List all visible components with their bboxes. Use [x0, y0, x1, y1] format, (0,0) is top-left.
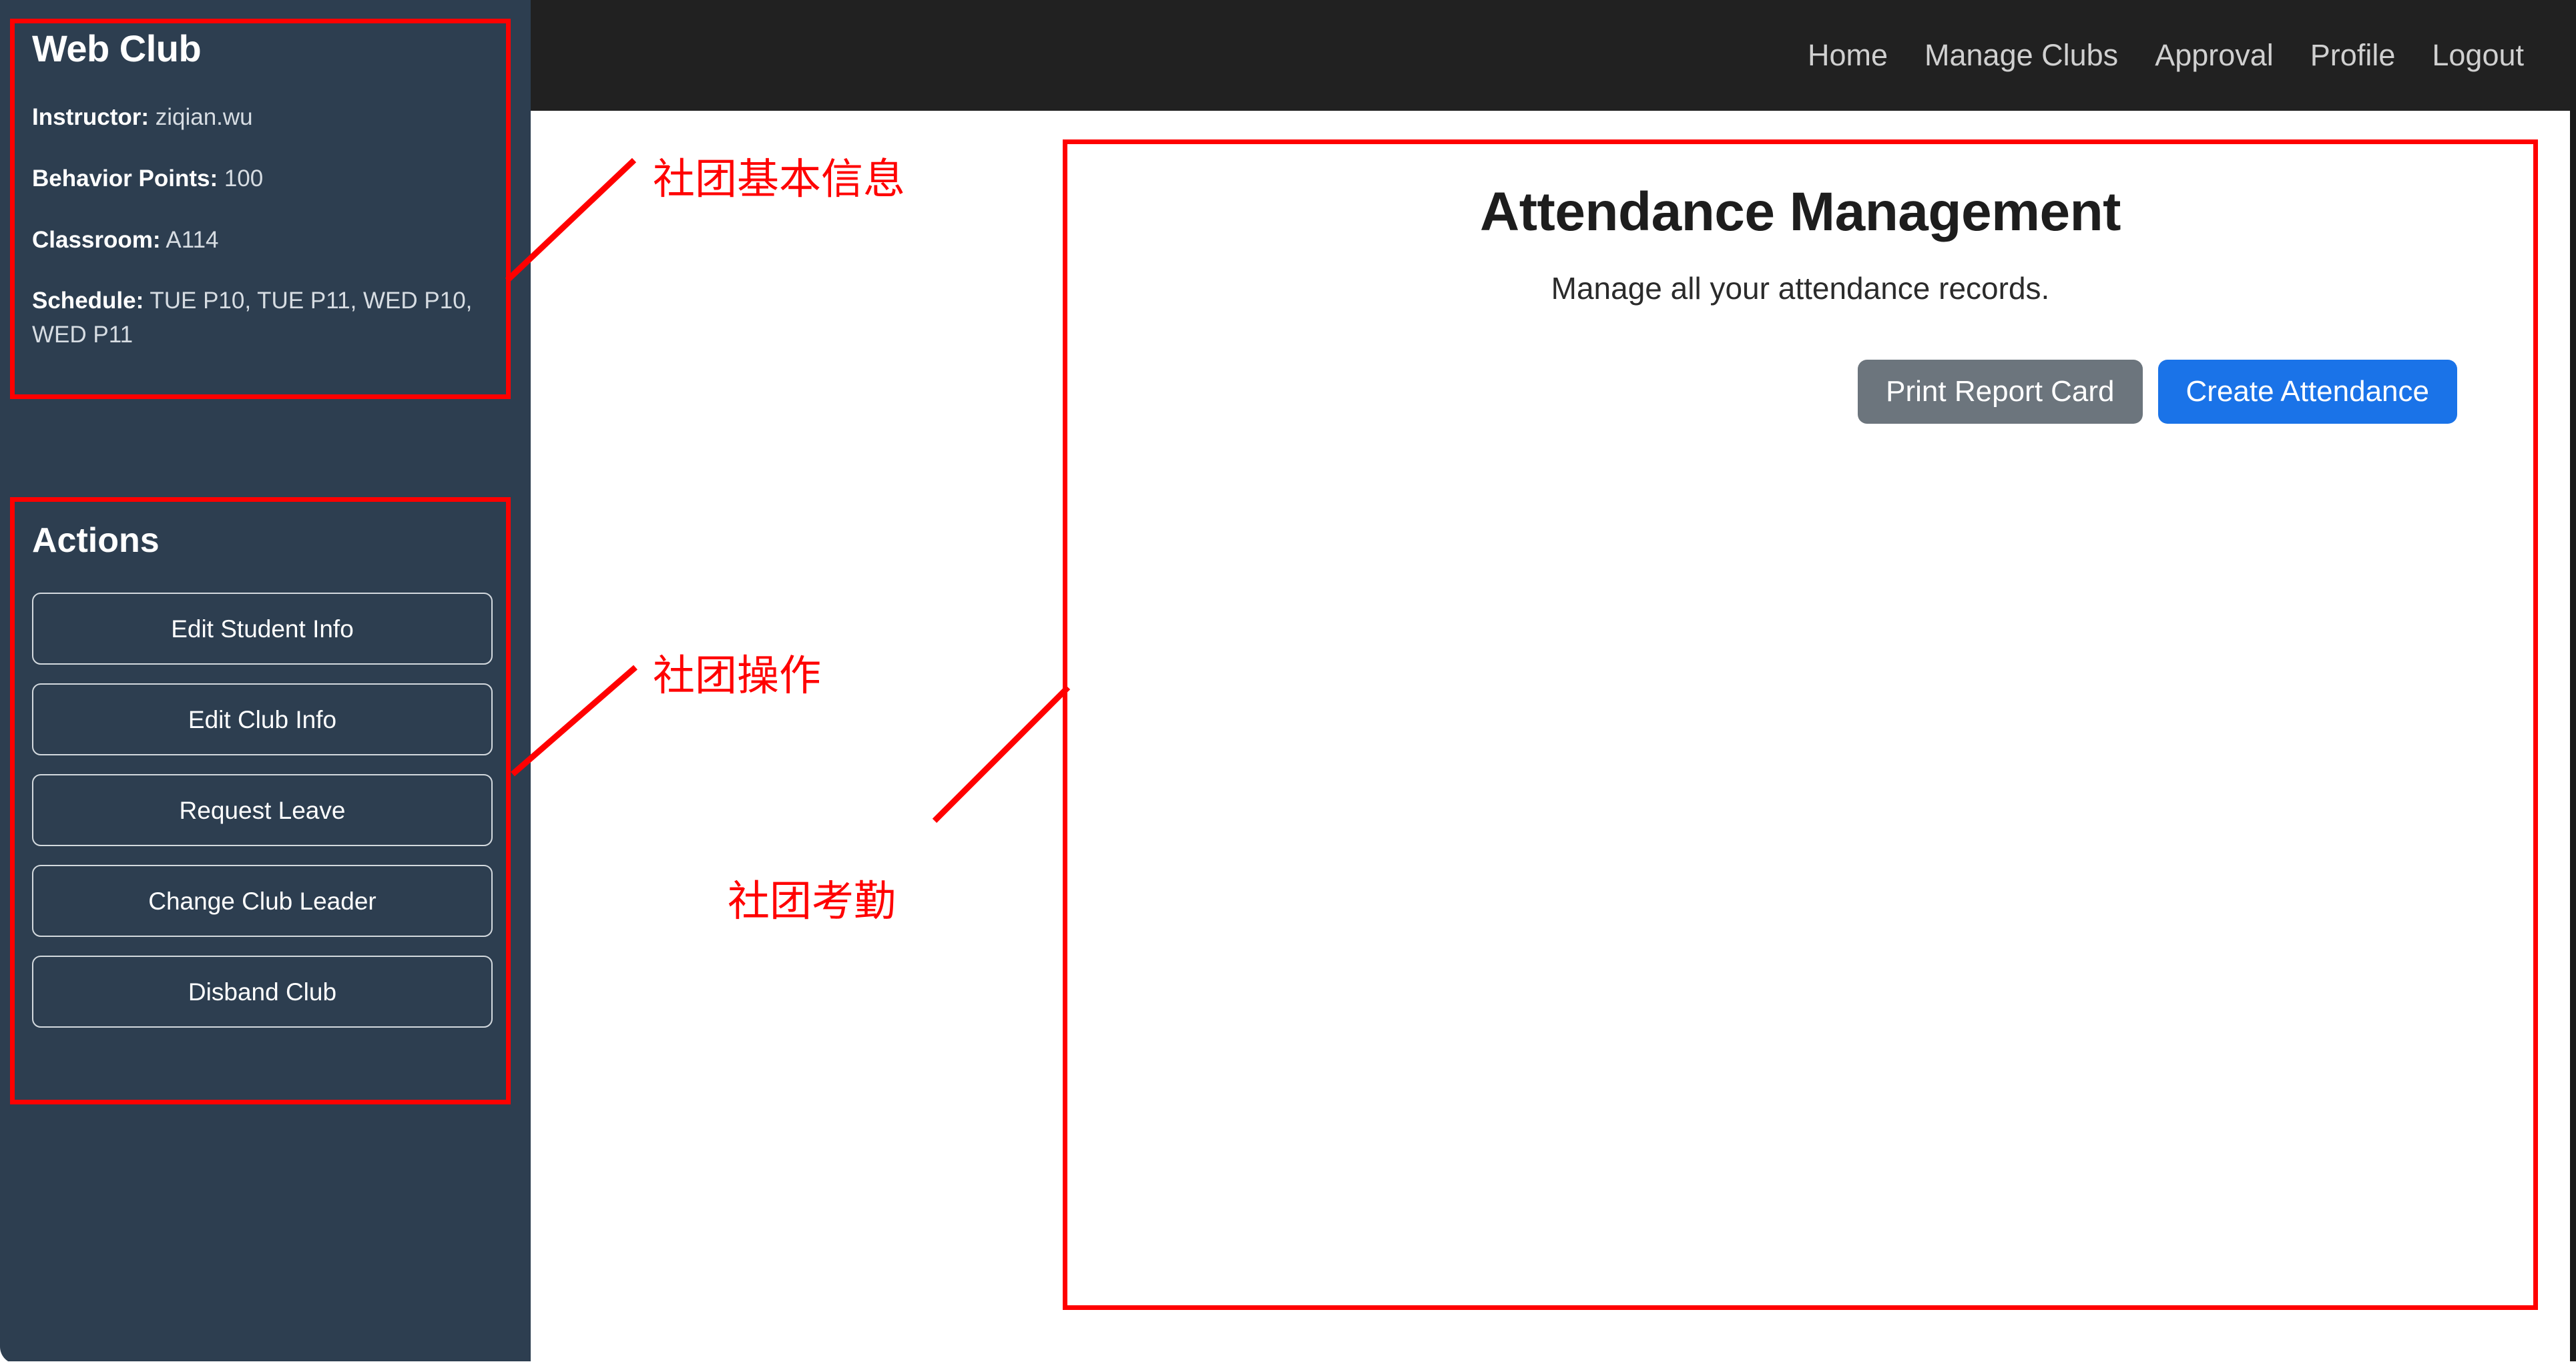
page-right-edge — [2570, 0, 2576, 1364]
sidebar: Web Club Instructor: ziqian.wu Behavior … — [0, 0, 531, 1364]
club-field-classroom-value: A114 — [160, 226, 219, 253]
club-field-schedule-label: Schedule: — [32, 288, 144, 314]
club-field-behavior-points: Behavior Points: 100 — [32, 162, 499, 196]
print-report-card-button[interactable]: Print Report Card — [1858, 360, 2143, 424]
main-content-area: Attendance Management Manage all your at… — [531, 111, 2576, 1364]
club-field-instructor-value: ziqian.wu — [149, 104, 253, 130]
nav-item-manage-clubs[interactable]: Manage Clubs — [1924, 38, 2118, 73]
club-field-instructor: Instructor: ziqian.wu — [32, 101, 499, 135]
nav-item-home[interactable]: Home — [1808, 38, 1888, 73]
nav-item-approval[interactable]: Approval — [2155, 38, 2274, 73]
app-root: Web Club Instructor: ziqian.wu Behavior … — [0, 0, 2576, 1364]
disband-club-button[interactable]: Disband Club — [32, 956, 493, 1028]
nav-item-logout[interactable]: Logout — [2432, 38, 2524, 73]
club-field-behavior-points-label: Behavior Points: — [32, 165, 218, 192]
attendance-management-panel: Attendance Management Manage all your at… — [1063, 139, 2538, 424]
page-title: Attendance Management — [1479, 182, 2121, 242]
request-leave-button[interactable]: Request Leave — [32, 774, 493, 846]
page-subtitle: Manage all your attendance records. — [1551, 271, 2050, 306]
actions-heading: Actions — [32, 521, 160, 560]
change-club-leader-button[interactable]: Change Club Leader — [32, 865, 493, 937]
edit-student-info-button[interactable]: Edit Student Info — [32, 593, 493, 665]
club-field-instructor-label: Instructor: — [32, 104, 149, 130]
club-field-classroom: Classroom: A114 — [32, 224, 499, 258]
nav-item-profile[interactable]: Profile — [2310, 38, 2396, 73]
top-navigation-bar: Home Manage Clubs Approval Profile Logou… — [531, 0, 2576, 111]
club-info-card: Web Club Instructor: ziqian.wu Behavior … — [32, 27, 499, 352]
edit-club-info-button[interactable]: Edit Club Info — [32, 683, 493, 755]
club-field-schedule: Schedule: TUE P10, TUE P11, WED P10, WED… — [32, 284, 499, 352]
page-bottom-edge — [0, 1361, 2576, 1364]
club-field-classroom-label: Classroom: — [32, 226, 161, 253]
create-attendance-button[interactable]: Create Attendance — [2157, 360, 2457, 424]
actions-panel: Actions Edit Student Info Edit Club Info… — [32, 521, 499, 1046]
main-action-button-row: Print Report Card Create Attendance — [1063, 360, 2538, 424]
club-name-heading: Web Club — [32, 27, 202, 69]
club-field-behavior-points-value: 100 — [218, 165, 264, 192]
